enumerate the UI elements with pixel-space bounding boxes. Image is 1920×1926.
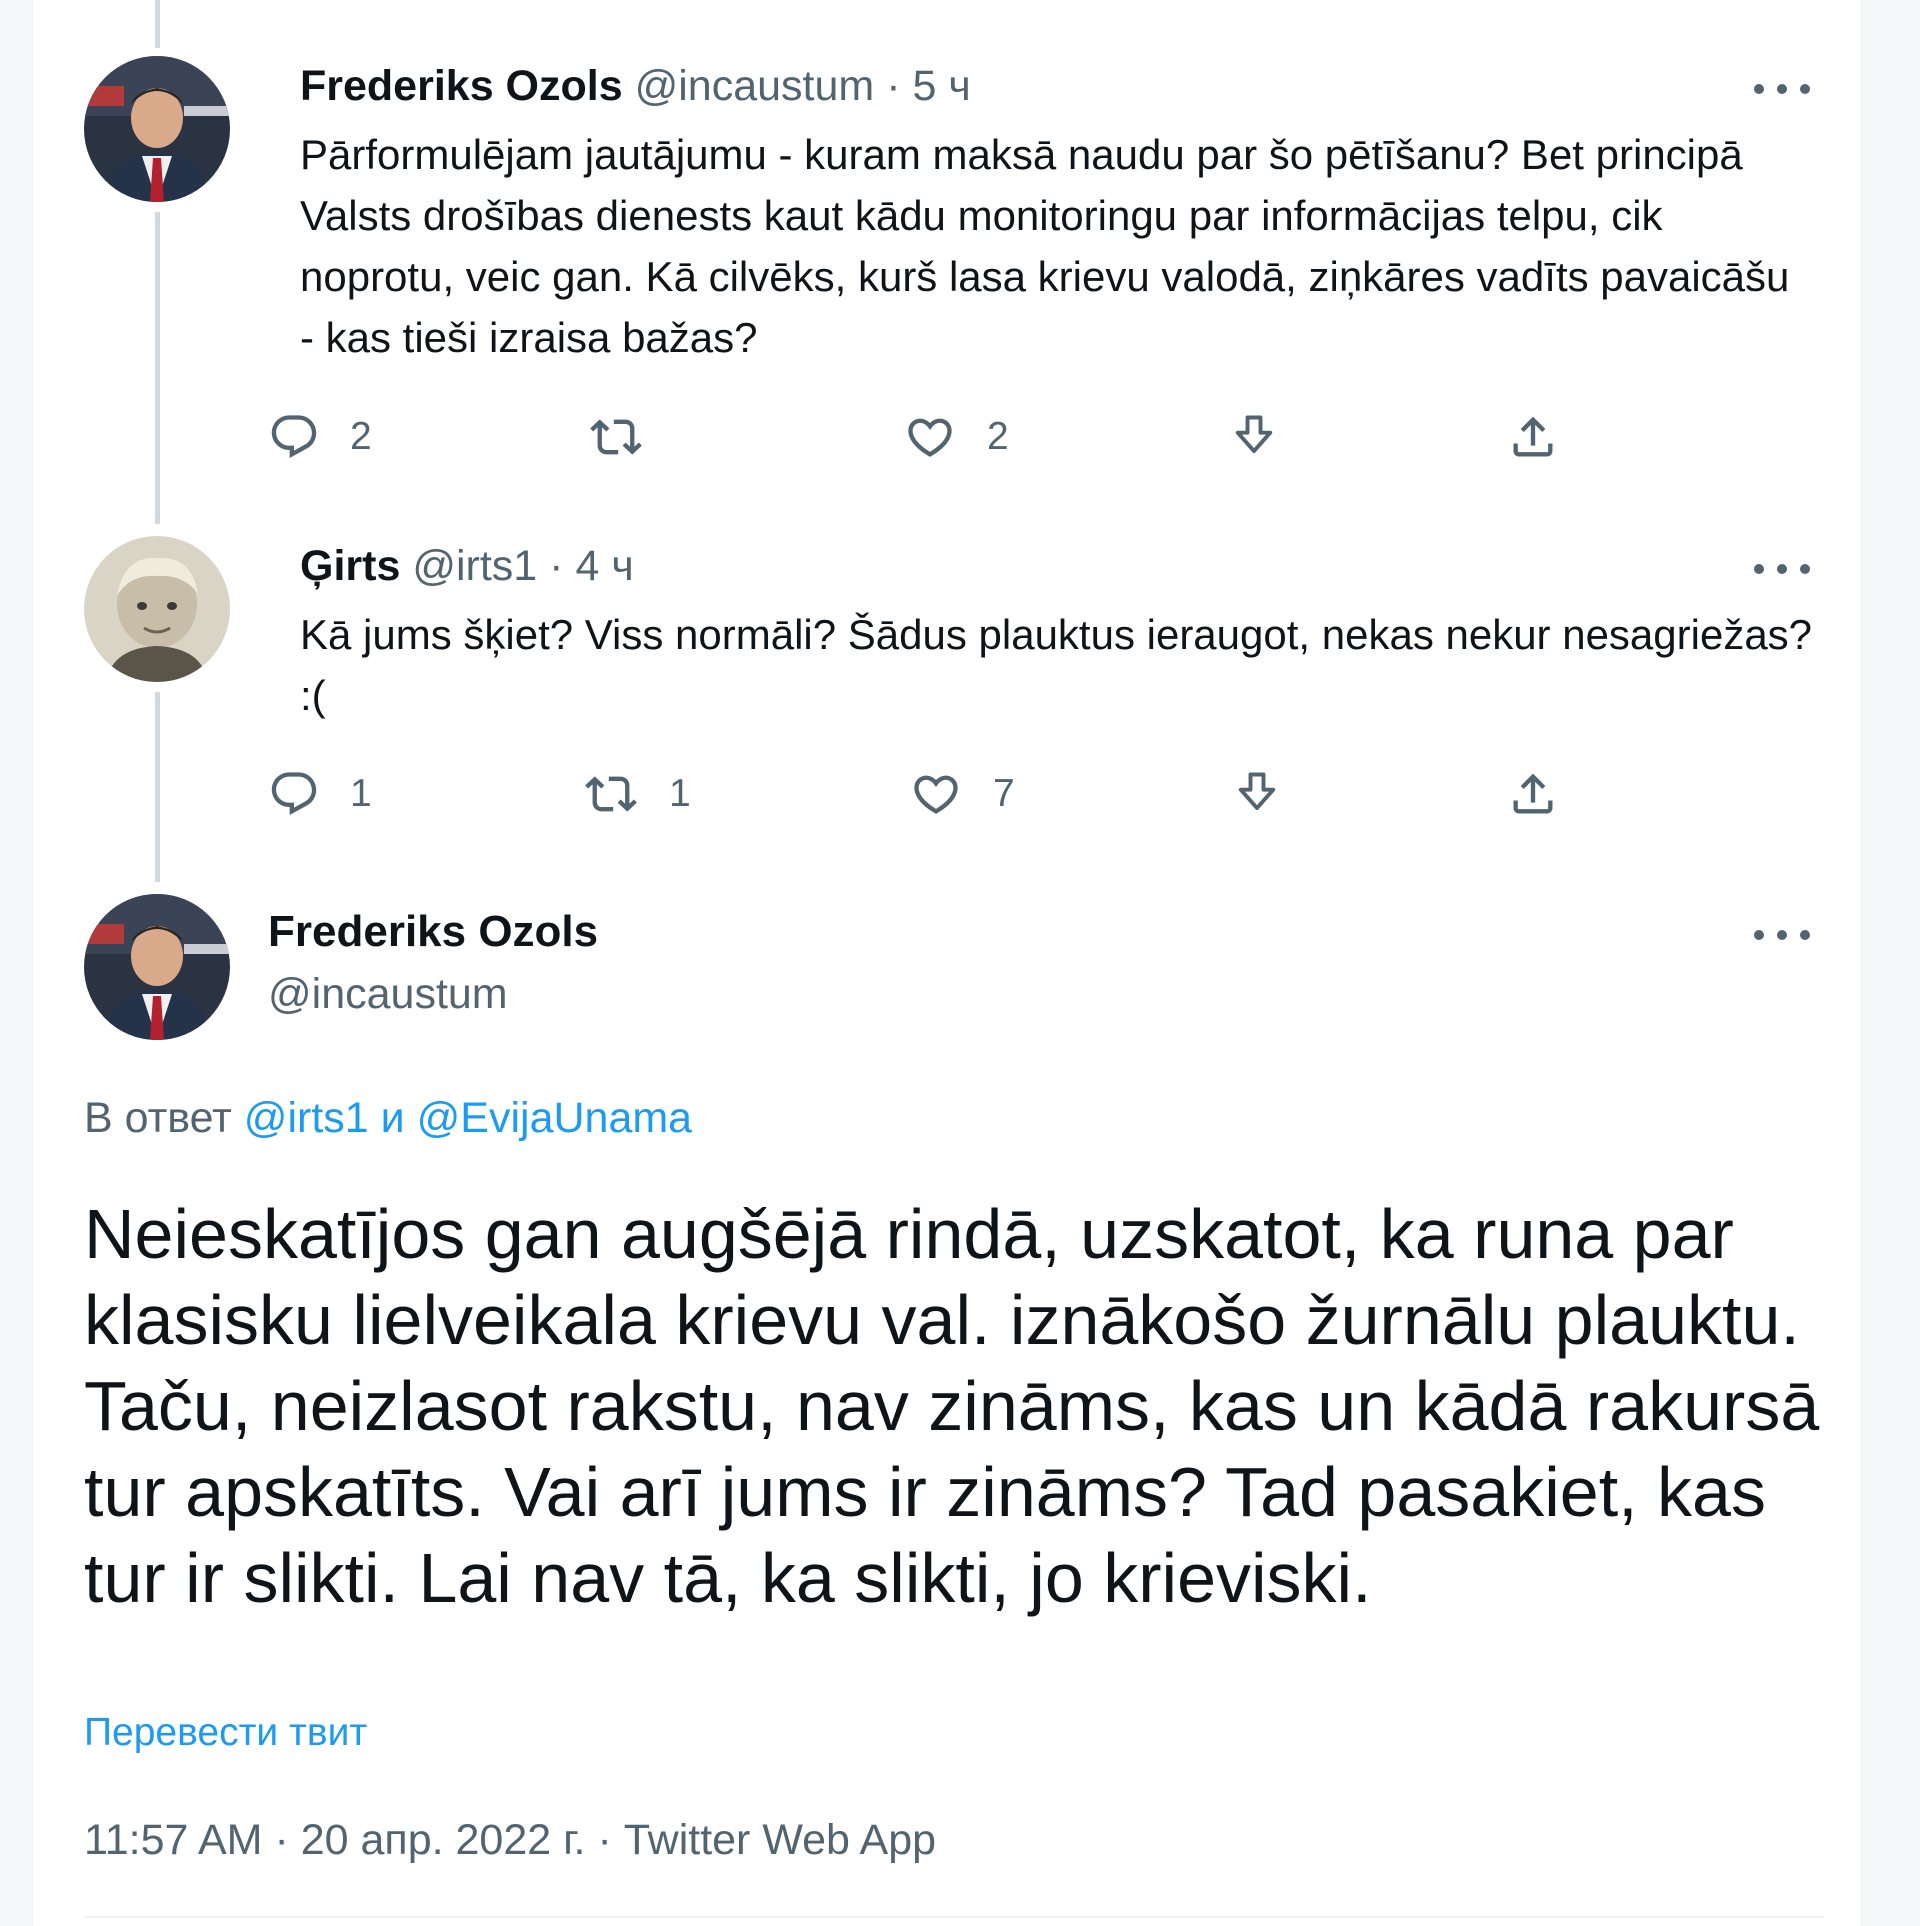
author-handle[interactable]: @incaustum <box>635 62 875 110</box>
retweet-button[interactable] <box>588 407 674 467</box>
retweet-icon <box>585 776 637 812</box>
retweet-button[interactable]: 1 <box>583 764 691 824</box>
reply-count: 1 <box>350 772 372 815</box>
meta-separator: · <box>274 1816 289 1864</box>
header-separator: · <box>549 542 564 590</box>
bookmark-icon <box>1235 415 1273 454</box>
header-separator: · <box>886 62 901 110</box>
reply-icon <box>271 415 317 459</box>
replying-to: В ответ @irts1 и @EvijaUnama <box>84 1090 692 1146</box>
like-icon <box>914 775 958 814</box>
reply-count: 2 <box>350 415 372 458</box>
divider <box>84 1916 1824 1918</box>
share-button[interactable] <box>1507 407 1559 467</box>
tweet-time[interactable]: 5 ч <box>912 62 970 110</box>
avatar[interactable] <box>84 536 230 682</box>
more-icon[interactable] <box>1754 554 1810 584</box>
reply-button[interactable]: 2 <box>268 407 372 467</box>
avatar[interactable] <box>84 56 230 202</box>
like-count: 7 <box>993 772 1015 815</box>
reply-conjunction: и <box>380 1094 405 1142</box>
tweet-thread-column: Frederiks Ozols @incaustum · 5 ч Pārform… <box>32 0 1862 1926</box>
reply-button[interactable]: 1 <box>268 764 372 824</box>
share-button[interactable] <box>1507 764 1559 824</box>
author-handle[interactable]: @incaustum <box>268 966 508 1022</box>
reply-icon <box>271 772 317 816</box>
tweet-metadata: 11:57 AM · 20 апр. 2022 г. · Twitter Web… <box>84 1812 936 1868</box>
tweet-time[interactable]: 4 ч <box>575 542 633 590</box>
thread-line <box>155 212 160 524</box>
like-button[interactable]: 2 <box>903 407 1009 467</box>
meta-separator: · <box>597 1816 612 1864</box>
reply-user-link[interactable]: @EvijaUnama <box>417 1094 692 1142</box>
like-button[interactable]: 7 <box>909 764 1015 824</box>
author-name[interactable]: Frederiks Ozols <box>268 904 598 960</box>
tweet-source[interactable]: Twitter Web App <box>624 1816 936 1864</box>
tweet-header: Ģirts @irts1 · 4 ч <box>300 540 634 592</box>
reply-prefix: В ответ <box>84 1094 232 1142</box>
like-icon <box>908 418 952 457</box>
translate-tweet-link[interactable]: Перевести твит <box>84 1708 367 1758</box>
share-icon <box>1513 416 1553 457</box>
main-tweet-text: Neieskatījos gan augšējā rindā, uzskatot… <box>84 1195 1820 1617</box>
more-icon[interactable] <box>1754 74 1810 104</box>
retweet-icon <box>590 419 642 455</box>
tweet-header: Frederiks Ozols @incaustum · 5 ч <box>300 60 971 112</box>
tweet-timestamp[interactable]: 11:57 AM <box>84 1816 263 1864</box>
tweet-date[interactable]: 20 апр. 2022 г. <box>301 1816 586 1864</box>
author-name[interactable]: Frederiks Ozols <box>300 62 623 110</box>
author-handle[interactable]: @irts1 <box>412 542 537 590</box>
bookmark-button[interactable] <box>1228 407 1280 467</box>
avatar[interactable] <box>84 894 230 1040</box>
share-icon <box>1513 773 1553 814</box>
reply-user-link[interactable]: @irts1 <box>244 1094 369 1142</box>
tweet-text: Kā jums šķiet? Viss normāli? Šādus plauk… <box>300 611 1813 719</box>
bookmark-button[interactable] <box>1231 764 1283 824</box>
like-count: 2 <box>987 415 1009 458</box>
thread-line <box>155 692 160 882</box>
tweet-text: Pārformulējam jautājumu - kuram maksā na… <box>300 131 1790 361</box>
bookmark-icon <box>1238 772 1276 811</box>
thread-line <box>155 0 160 48</box>
author-name[interactable]: Ģirts <box>300 542 400 590</box>
retweet-count: 1 <box>669 772 691 815</box>
more-icon[interactable] <box>1754 920 1810 950</box>
